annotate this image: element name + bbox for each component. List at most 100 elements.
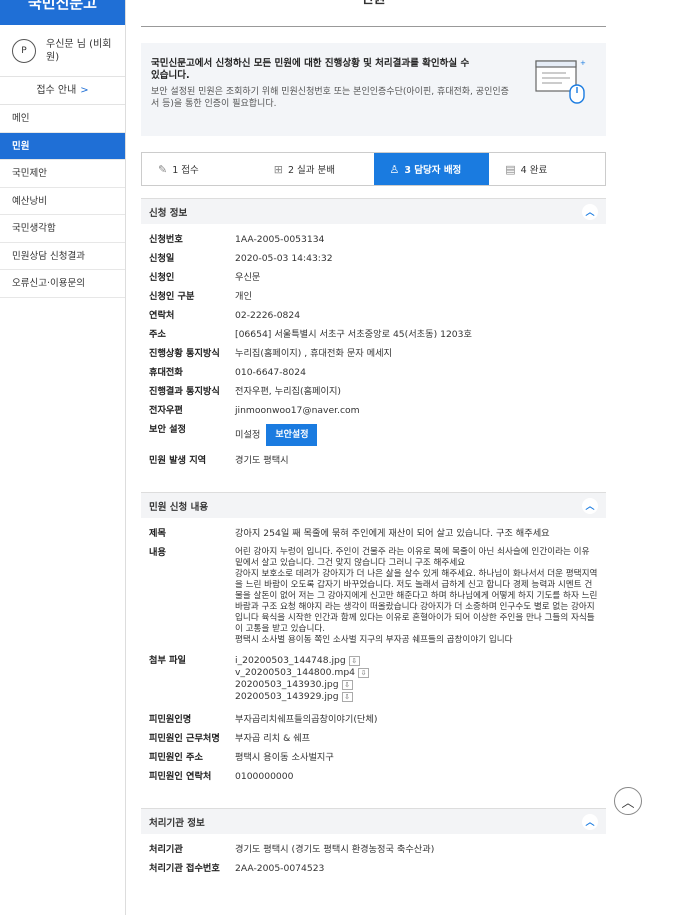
security-value: 미설정 [235,429,261,441]
info-row: 신청인 구분 개인 [141,287,606,306]
download-icon[interactable]: ⇩ [348,655,360,666]
sidebar-item-main[interactable]: 메인 [0,105,125,133]
step-4: ▤ 4 완료 [489,153,605,185]
info-row: 피민원인 주소 평택시 용이동 소사벌지구 [141,748,606,767]
row-label: 전자우편 [149,405,183,416]
row-label: 휴대전화 [149,367,183,378]
chevron-up-icon[interactable]: ︿ [582,813,598,830]
row-value: 우신문 [235,272,261,283]
sidebar-item-error-report[interactable]: 오류신고·이용문의 [0,270,125,298]
row-label: 신청인 구분 [149,291,195,302]
doc-check-icon: ▤ [505,162,516,176]
row-label: 피민원인 연락처 [149,771,212,782]
sidebar-item-proposal[interactable]: 국민제안 [0,160,125,188]
download-icon[interactable]: ⇩ [358,667,370,678]
region-row: 민원 발생 지역 경기도 평택시 [141,449,606,470]
row-label: 민원 발생 지역 [149,455,207,466]
info-row: 신청인 우신문 [141,268,606,287]
security-setting-button[interactable]: 보안설정 [266,424,318,446]
row-label: 처리기관 접수번호 [149,863,220,874]
row-value: 010-6647-8024 [235,367,306,378]
sidebar-title: 국민신문고 [27,0,97,12]
row-label: 피민원인명 [149,714,192,725]
info-text-main: 국민신문고에서 신청하신 모든 민원에 대한 진행상황 및 처리결과를 확인하실… [151,58,470,81]
page-title: 민원 [362,0,386,7]
guide-label: 접수 안내 [36,85,77,96]
row-label: 첨부 파일 [149,655,187,666]
row-label: 연락처 [149,310,175,321]
file-link[interactable]: 20200503_143930.jpg [235,679,339,690]
file-item: i_20200503_144748.jpg ⇩ [235,655,598,667]
row-value: [06654] 서울특별시 서초구 서초중앙로 45(서초동) 1203호 [235,329,472,340]
row-label: 신청일 [149,253,175,264]
computer-illustration-icon: + [535,59,586,104]
download-icon[interactable]: ⇩ [341,691,353,702]
content-section: 민원 신청 내용 ︿ 제목 강아지 254일 째 목줄에 묶혀 주인에게 재산이 되… [141,492,606,786]
step-2-label: 2 실과 분배 [287,165,336,176]
main-content: 민원 국민신문고에서 신청하신 모든 민원에 대한 진행상황 및 처리결과를 확… [141,0,606,878]
agency-section: 처리기관 정보 ︿ 처리기관 경기도 평택시 (경기도 평택시 환경농정국 축수산과… [141,808,606,878]
row-value: 2020-05-03 14:43:32 [235,253,333,264]
row-label: 신청번호 [149,234,183,245]
row-label: 신청인 [149,272,175,283]
sidebar-item-budget[interactable]: 예산낭비 [0,188,125,215]
info-row: 전자우편 jinmoonwoo17@naver.com [141,401,606,420]
content-header: 민원 신청 내용 ︿ [141,492,606,518]
row-value: 부자곱리치쉐프들의곱창이야기(단체) [235,714,378,725]
section-title: 처리기관 정보 [149,817,205,829]
sidebar-header: 국민신문고 [0,0,125,25]
sidebar-item-consult-result[interactable]: 민원상담 신청결과 [0,243,125,270]
info-row: 처리기관 접수번호 2AA-2005-0074523 [141,859,606,878]
progress-steps: ✎ 1 접수 ⊞ 2 실과 분배 ♙ 3 담당자 배정 ▤ 4 완료 [141,152,606,186]
chevron-up-icon[interactable]: ︿ [582,497,598,514]
file-item: 20200503_143930.jpg ⇩ [235,679,598,691]
file-link[interactable]: i_20200503_144748.jpg [235,655,346,666]
user-name: 우신문 님 (비회원) [46,38,112,63]
section-title: 민원 신청 내용 [149,501,209,513]
scroll-top-button[interactable]: ︿ [614,787,642,815]
row-label: 처리기관 [149,844,183,855]
info-box: 국민신문고에서 신청하신 모든 민원에 대한 진행상황 및 처리결과를 확인하실… [141,43,606,136]
row-label: 피민원인 근무처명 [149,733,220,744]
person-icon: ♙ [389,162,400,176]
row-value: 02-2226-0824 [235,310,301,321]
info-row: 피민원인 근무처명 부자곱 리치 & 쉐프 [141,729,606,748]
chevron-up-icon[interactable]: ︿ [582,203,598,220]
section-title: 신청 정보 [149,207,188,219]
row-value: 경기도 평택시 (경기도 평택시 환경농정국 축수산과) [235,844,435,855]
sidebar-item-opinion[interactable]: 국민생각함 [0,215,125,243]
info-row: 연락처 02-2226-0824 [141,306,606,325]
info-row: 피민원인명 부자곱리치쉐프들의곱창이야기(단체) [141,710,606,729]
row-value: 부자곱 리치 & 쉐프 [235,733,311,744]
step-3-label: 3 담당자 배정 [404,165,462,176]
subject-value: 강아지 254일 째 목줄에 묶혀 주인에게 재산이 되어 살고 있습니다. 구… [235,528,550,539]
info-row: 진행결과 통지방식 전자우편, 누리집(홈페이지) [141,382,606,401]
subject-row: 제목 강아지 254일 째 목줄에 묶혀 주인에게 재산이 되어 살고 있습니다.… [141,524,606,543]
chevron-up-icon: ︿ [621,795,635,811]
row-label: 내용 [149,547,166,558]
info-row: 처리기관 경기도 평택시 (경기도 평택시 환경농정국 축수산과) [141,840,606,859]
row-value: 0100000000 [235,771,294,782]
file-item: 20200503_143929.jpg ⇩ [235,691,598,703]
body-row: 내용 어린 강아지 누렁이 입니다. 주인이 건물주 라는 이유로 목에 목줄이 … [141,543,606,649]
page-title-bar: 민원 [141,0,606,27]
info-row: 신청번호 1AA-2005-0053134 [141,230,606,249]
file-link[interactable]: 20200503_143929.jpg [235,691,339,702]
svg-text:+: + [580,59,586,67]
avatar: P [12,38,36,63]
files-row: 첨부 파일 i_20200503_144748.jpg ⇩ v_20200503_… [141,649,606,706]
row-label: 진행상황 통지방식 [149,348,220,359]
apply-info-section: 신청 정보 ︿ 신청번호 1AA-2005-0053134 신청일 2020-05-03… [141,198,606,470]
apply-info-header: 신청 정보 ︿ [141,198,606,224]
download-icon[interactable]: ⇩ [341,679,353,690]
file-link[interactable]: v_20200503_144800.mp4 [235,667,355,678]
info-text-sub: 보안 설정된 민원은 조회하기 위해 민원신청번호 또는 본인인증수단(아이핀,… [151,87,509,109]
body-value: 어린 강아지 누렁이 입니다. 주인이 건물주 라는 이유로 목에 목줄이 아닌… [235,547,598,645]
org-icon: ⊞ [273,162,283,176]
info-row: 휴대전화 010-6647-8024 [141,363,606,382]
guide-link[interactable]: 접수 안내 > [0,77,125,105]
row-label: 보안 설정 [149,424,187,435]
sidebar-item-minwon[interactable]: 민원 [0,132,125,160]
row-value: 경기도 평택시 [235,455,289,466]
info-row: 피민원인 연락처 0100000000 [141,767,606,786]
